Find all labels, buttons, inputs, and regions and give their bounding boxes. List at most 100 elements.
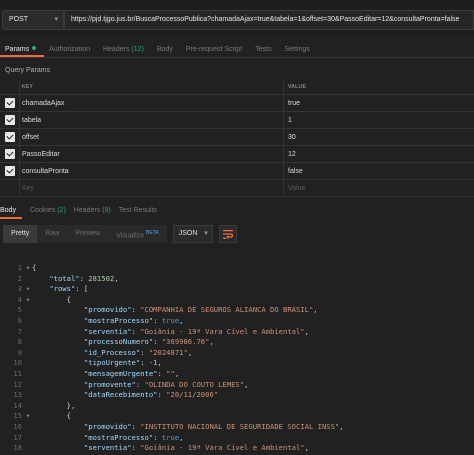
param-value[interactable]: 1 [284,112,474,128]
response-toolbar: Pretty Raw Preview Visualize BETA JSON ▾ [3,225,237,243]
code-line: 15 ▾ { [0,411,474,422]
param-row: chamadaAjax true [0,95,474,112]
param-key[interactable]: PassoEditar [20,146,284,162]
method-label: POST [9,16,29,23]
fold-gutter [24,390,32,401]
fold-arrow-icon[interactable]: ▾ [24,411,32,422]
wrap-lines-button[interactable] [218,225,237,243]
key-column-header: KEY [20,80,284,94]
code-line: 17 "mostraProcesso": true, [0,433,474,444]
fold-gutter [24,316,32,327]
request-tabs: Params Authorization Headers (12) Body Pre-r… [0,42,474,58]
format-label: JSON [178,230,198,237]
fold-arrow-icon[interactable]: ▾ [24,295,32,306]
response-tab-test-results[interactable]: Test Results [119,205,165,219]
param-value[interactable]: true [284,95,474,111]
response-body-code[interactable]: 1 ▾{2 "total": 281502, 3 ▾ "rows": [4 ▾ {5 "… [0,263,474,455]
pretty-button[interactable]: Pretty [3,225,38,243]
line-number: 18 [13,443,22,453]
visualize-button[interactable]: Visualize BETA [108,225,167,243]
tab-body[interactable]: Body [152,42,181,57]
fold-gutter [24,380,32,391]
param-key[interactable]: tabela [20,112,284,128]
param-checkbox[interactable] [4,149,15,159]
format-select[interactable]: JSON ▾ [172,225,213,243]
code-line: 16 "promovido": "INSTITUTO NACIONAL DE S… [0,422,474,433]
response-tab-headers[interactable]: Headers (9) [74,205,119,219]
tab-pre-request-script[interactable]: Pre-request Script [181,42,250,57]
url-input[interactable]: https://pjd.tjgo.jus.br/BuscaProcessoPub… [64,10,474,30]
code-line: 6 "mostraProcesso": true, [0,316,474,327]
param-value[interactable]: 30 [284,129,474,145]
param-row: consultaPronta false [0,163,474,180]
code-text: { [32,294,71,304]
response-tab-body[interactable]: Body [0,205,22,219]
code-line: 12 "promovente": "OLINDA DO COUTO LEMES"… [0,380,474,391]
fold-gutter [24,422,32,433]
param-key[interactable]: consultaPronta [20,163,284,179]
query-params-title: Query Params [5,67,51,74]
code-line: 4 ▾ { [0,295,474,306]
param-row: tabela 1 [0,112,474,129]
tab-authorization[interactable]: Authorization [44,42,98,57]
line-number: 10 [13,358,22,368]
tab-tests[interactable]: Tests [250,42,279,57]
param-row: offset 30 [0,129,474,146]
code-text: }, [32,400,76,410]
fold-gutter [24,305,32,316]
line-number: 11 [13,368,22,378]
line-number: 14 [13,400,22,410]
new-key-input[interactable]: Key [20,180,284,196]
code-line: 5 "promovido": "COMPANHIA DE SEGUROS ALI… [0,305,474,316]
line-number: 5 [17,305,22,315]
param-value[interactable]: 12 [284,146,474,162]
line-number: 7 [17,326,22,336]
line-number: 12 [13,379,22,389]
tab-params[interactable]: Params [0,42,45,57]
fold-gutter [24,369,32,380]
param-value[interactable]: false [284,163,474,179]
chevron-down-icon: ▾ [204,230,208,237]
fold-gutter [24,348,32,359]
param-checkbox[interactable] [4,132,15,142]
fold-arrow-icon[interactable]: ▾ [24,263,32,274]
code-text: "dataRecebimento": "20/11/2006" [83,390,219,400]
line-number: 17 [13,432,22,442]
code-line: 11 "mensagemUrgente": "", [0,369,474,380]
code-text: "serventia": "Goiânia - 19ª Vara Cível e… [83,443,309,453]
code-line: 3 ▾ "rows": [ [0,284,474,295]
preview-button[interactable]: Preview [67,225,109,243]
param-checkbox[interactable] [4,166,15,176]
beta-badge: BETA [146,230,159,236]
param-checkbox[interactable] [4,98,15,108]
new-value-input[interactable]: Value [284,180,474,196]
method-select[interactable]: POST ▾ [2,10,64,30]
code-line: 13 "dataRecebimento": "20/11/2006" [0,390,474,401]
response-tab-cookies[interactable]: Cookies (2) [30,205,74,219]
line-number: 4 [17,294,22,304]
wrap-lines-icon [222,229,233,239]
fold-gutter [24,401,32,412]
code-line: 9 "id_Processo": "2024871", [0,348,474,359]
code-line: 18 "serventia": "Goiânia - 19ª Vara Cíve… [0,443,474,454]
param-checkbox[interactable] [4,115,15,125]
fold-gutter [24,337,32,348]
raw-button[interactable]: Raw [37,225,68,243]
code-text: "rows": [ [49,284,89,294]
tab-count: (2) [57,207,66,214]
fold-arrow-icon[interactable]: ▾ [24,284,32,295]
line-number: 16 [13,421,22,431]
visualize-label: Visualize [116,232,145,240]
tab-settings[interactable]: Settings [280,42,318,57]
code-line: 8 "processoNumero": "369986.76", [0,337,474,348]
line-number: 9 [17,347,22,357]
code-text: "promovido": "INSTITUTO NACIONAL DE SEGU… [83,421,344,431]
value-column-header: VALUE [288,84,307,90]
param-key[interactable]: chamadaAjax [20,95,284,111]
params-empty-row: Key Value [0,180,474,197]
tab-headers[interactable]: Headers (12) [98,42,152,57]
fold-gutter [24,358,32,369]
fold-gutter [24,274,32,285]
query-params-table: KEY VALUE chamadaAjax true tabela 1 offset 30… [0,80,474,197]
param-key[interactable]: offset [20,129,284,145]
